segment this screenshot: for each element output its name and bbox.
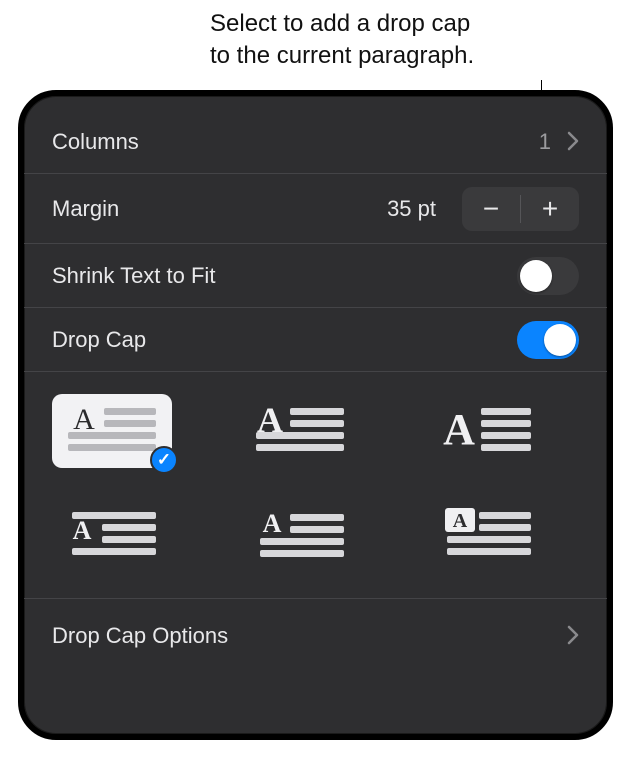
switch-knob (544, 324, 576, 356)
dropcap-label: Drop Cap (52, 327, 146, 353)
chevron-right-icon (567, 623, 579, 649)
shrink-row: Shrink Text to Fit (24, 244, 607, 308)
columns-label: Columns (52, 129, 139, 155)
dropcap-options-label: Drop Cap Options (52, 623, 228, 649)
layout-panel: Columns 1 Margin 35 pt − + Shrink (18, 90, 613, 740)
dropcap-style-inline[interactable]: A (240, 498, 360, 572)
dropcap-style-small-centered[interactable]: A (52, 498, 172, 572)
callout-line1: Select to add a drop cap (210, 10, 470, 37)
margin-increase-button[interactable]: + (521, 187, 579, 231)
svg-text:A: A (443, 405, 475, 454)
columns-value: 1 (539, 129, 551, 155)
margin-decrease-button[interactable]: − (462, 187, 520, 231)
dropcap-style-raised-two-line[interactable]: A ✓ (52, 394, 172, 468)
shrink-toggle[interactable] (517, 257, 579, 295)
checkmark-icon: ✓ (150, 446, 178, 474)
dropcap-style-large-beside[interactable]: A (427, 394, 547, 468)
svg-text:A: A (262, 509, 281, 538)
dropcap-style-boxed[interactable]: A (427, 498, 547, 572)
chevron-right-icon (567, 129, 579, 155)
dropcap-styles: A ✓ A (24, 372, 607, 599)
svg-text:A: A (73, 403, 95, 436)
callout-line2: to the current paragraph. (210, 42, 474, 69)
dropcap-options-row[interactable]: Drop Cap Options (24, 599, 607, 673)
columns-row[interactable]: Columns 1 (24, 110, 607, 174)
svg-text:A: A (257, 402, 283, 440)
margin-stepper: − + (462, 187, 579, 231)
switch-knob (520, 260, 552, 292)
callout-text: Select to add a drop cap to the current … (210, 8, 610, 73)
dropcap-row: Drop Cap (24, 308, 607, 372)
margin-label: Margin (52, 196, 119, 222)
svg-text:A: A (73, 516, 92, 545)
svg-text:A: A (453, 510, 468, 532)
dropcap-style-large-sit-above[interactable]: A (240, 394, 360, 468)
margin-value: 35 pt (387, 196, 436, 222)
shrink-label: Shrink Text to Fit (52, 263, 215, 289)
margin-row: Margin 35 pt − + (24, 174, 607, 244)
dropcap-toggle[interactable] (517, 321, 579, 359)
